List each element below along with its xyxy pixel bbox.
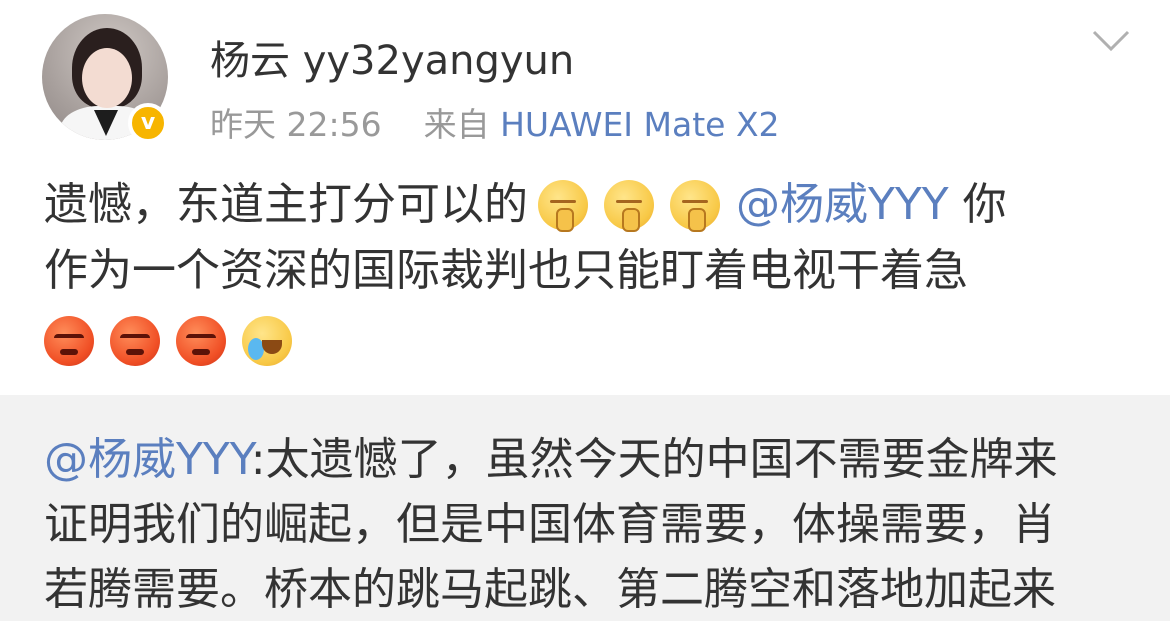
content-text-tail: 你: [962, 179, 1007, 230]
repost-text-1: :太遗憾了，虽然今天的中国不需要金牌来: [250, 434, 1058, 485]
reposted-content[interactable]: @杨威YYY:太遗憾了，虽然今天的中国不需要金牌来 证明我们的崛起，但是中国体育…: [0, 395, 1170, 621]
content-line-3: [44, 308, 1134, 374]
shush-emoji-icon: [604, 180, 654, 232]
angry-emoji-icon: [44, 316, 94, 366]
chevron-down-icon[interactable]: [1092, 30, 1130, 52]
repost-user-mention-link[interactable]: @杨威YYY: [44, 434, 251, 485]
shush-emoji-icon: [538, 180, 588, 232]
post-time: 昨天 22:56: [210, 105, 382, 144]
post-content: 遗憾，东道主打分可以的 @杨威YYY 你 作为一个资深的国际裁判也只能盯着电视干…: [44, 172, 1134, 374]
repost-line-1: @杨威YYY:太遗憾了，虽然今天的中国不需要金牌来: [44, 427, 1134, 492]
verified-badge-icon: v: [128, 103, 168, 143]
username[interactable]: 杨云 yy32yangyun: [210, 28, 574, 86]
laugh-cry-emoji-icon: [242, 316, 292, 366]
repost-line-2: 证明我们的崛起，但是中国体育需要，体操需要，肖: [44, 499, 1056, 550]
content-line-1: 遗憾，东道主打分可以的 @杨威YYY 你: [44, 172, 1134, 238]
source-prefix: 来自: [423, 105, 490, 144]
device-source[interactable]: HUAWEI Mate X2: [500, 105, 779, 144]
angry-emoji-icon: [110, 316, 160, 366]
content-text: 遗憾，东道主打分可以的: [44, 179, 528, 230]
repost-line-3: 若腾需要。桥本的跳马起跳、第二腾空和落地加起来: [44, 564, 1056, 615]
weibo-post: v 杨云 yy32yangyun 昨天 22:56 来自 HUAWEI Mate…: [0, 0, 1170, 395]
user-mention-link[interactable]: @杨威YYY: [736, 172, 949, 238]
avatar-face: [82, 48, 132, 108]
shush-emoji-icon: [670, 180, 720, 232]
repost-text: @杨威YYY:太遗憾了，虽然今天的中国不需要金牌来 证明我们的崛起，但是中国体育…: [44, 427, 1134, 622]
angry-emoji-icon: [176, 316, 226, 366]
content-line-2: 作为一个资深的国际裁判也只能盯着电视干着急: [44, 245, 968, 296]
post-meta: 昨天 22:56 来自 HUAWEI Mate X2: [210, 98, 780, 146]
